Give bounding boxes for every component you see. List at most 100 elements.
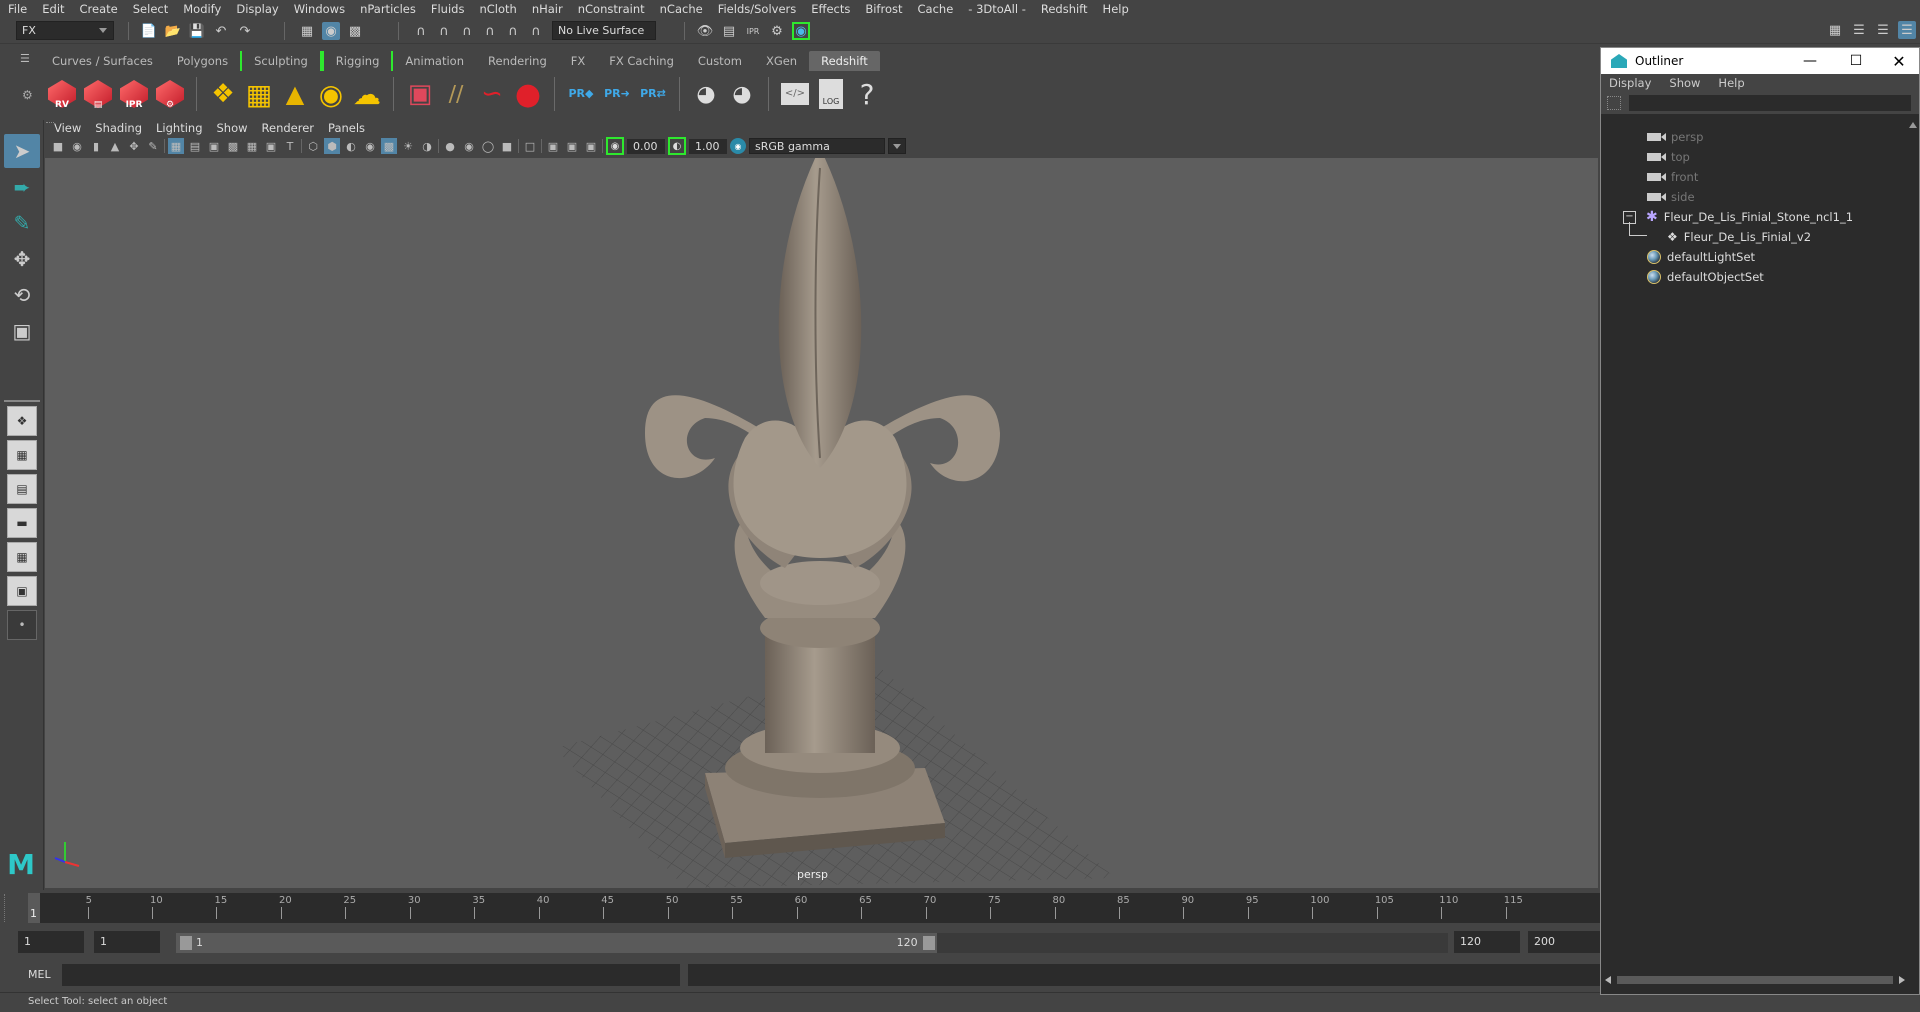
outliner-vertical-scrollbar[interactable] [1907, 122, 1919, 982]
playback-start-field[interactable]: 1 [94, 931, 160, 953]
filter-toggle-icon[interactable] [1607, 96, 1621, 110]
close-button[interactable]: ✕ [1879, 52, 1919, 71]
lights-icon[interactable]: ☀ [400, 138, 416, 154]
tab-animation[interactable]: Animation [393, 51, 476, 71]
new-scene-icon[interactable]: 📄 [140, 22, 158, 40]
snap-live-icon[interactable]: ∩ [504, 22, 522, 40]
menu-file[interactable]: File [8, 2, 27, 16]
xray-active-icon[interactable]: ▣ [564, 138, 580, 154]
color-space-dropdown[interactable]: sRGB gamma [749, 138, 885, 154]
wireframe-icon[interactable]: ⬡ [305, 138, 321, 154]
tab-xgen[interactable]: XGen [754, 51, 809, 71]
select-tool-icon[interactable]: ➤ [4, 134, 40, 168]
menu-bifrost[interactable]: Bifrost [865, 2, 902, 16]
ambient-occlusion-icon[interactable]: ● [442, 138, 458, 154]
persp-outliner-layout-button[interactable]: ▤ [7, 474, 37, 504]
depth-of-field-icon[interactable]: ■ [499, 138, 515, 154]
menu-fluids[interactable]: Fluids [431, 2, 465, 16]
volume-button[interactable]: ▣ [404, 76, 436, 112]
bookmark-icon[interactable]: ▮ [88, 138, 104, 154]
grid-toggle-icon[interactable]: ▦ [168, 138, 184, 154]
four-view-layout-button[interactable]: ▦ [7, 440, 37, 470]
pr-create-proxy-button[interactable]: PR ◆ [565, 76, 597, 112]
bake-single-button[interactable]: ◕ [726, 76, 758, 112]
grease-pencil-icon[interactable]: ✎ [145, 138, 161, 154]
select-component-icon[interactable]: ▩ [346, 22, 364, 40]
redo-icon[interactable]: ↷ [236, 22, 254, 40]
menu-create[interactable]: Create [80, 2, 118, 16]
layout-more-button[interactable]: • [7, 610, 37, 640]
move-tool-icon[interactable]: ✥ [4, 242, 40, 276]
wireframe-on-shaded-icon[interactable]: ◐ [343, 138, 359, 154]
color-management-icon[interactable]: ◉ [730, 138, 746, 154]
persp-graph-hypershade-layout-button[interactable]: ▣ [7, 576, 37, 606]
xray-icon[interactable]: ◉ [362, 138, 378, 154]
range-fill[interactable] [176, 933, 937, 953]
outliner-menu-help[interactable]: Help [1718, 76, 1744, 90]
exposure-toggle-icon[interactable]: ◉ [606, 137, 624, 155]
menu-nconstraint[interactable]: nConstraint [578, 2, 645, 16]
field-chart-icon[interactable]: ▦ [244, 138, 260, 154]
sphere-button[interactable]: ● [512, 76, 544, 112]
outliner-item-top[interactable]: top [1647, 148, 1690, 166]
safe-action-icon[interactable]: ▣ [263, 138, 279, 154]
tab-curves-surfaces[interactable]: Curves / Surfaces [40, 51, 165, 71]
outliner-item-persp[interactable]: persp [1647, 128, 1703, 146]
render-frame-icon[interactable]: ▤ [720, 22, 738, 40]
ipr-render-icon[interactable]: IPR [744, 22, 762, 40]
panel-menu-panels[interactable]: Panels [328, 121, 365, 135]
hair-button[interactable]: ∕∕ [440, 76, 472, 112]
panel-menu-view[interactable]: View [54, 121, 81, 135]
outliner-horizontal-scrollbar[interactable] [1605, 974, 1905, 986]
attribute-editor-icon[interactable]: ☰ [1850, 21, 1868, 39]
menu-ncache[interactable]: nCache [660, 2, 703, 16]
redshift-render-view-button[interactable]: RV [46, 76, 78, 112]
shadows-icon[interactable]: ◑ [419, 138, 435, 154]
outliner-search-input[interactable] [1629, 95, 1911, 111]
log-button[interactable]: LOG [815, 76, 847, 112]
range-end-handle[interactable] [922, 936, 935, 950]
panel-menu-lighting[interactable]: Lighting [156, 121, 202, 135]
outliner-menu-show[interactable]: Show [1669, 76, 1700, 90]
panel-menu-show[interactable]: Show [217, 121, 248, 135]
menu-effects[interactable]: Effects [811, 2, 850, 16]
menu-select[interactable]: Select [133, 2, 168, 16]
portal-light-button[interactable]: ▦ [243, 76, 275, 112]
area-light-button[interactable]: ❖ [207, 76, 239, 112]
tab-polygons[interactable]: Polygons [165, 51, 240, 71]
scroll-right-icon[interactable] [1899, 976, 1905, 984]
select-hierarchy-icon[interactable]: ▦ [298, 22, 316, 40]
timeline-ruler[interactable]: 1 5 10 15 20 25 30 35 40 45 50 55 60 65 70 75 80 85 90 95 1… [28, 893, 1600, 923]
snap-view-plane-icon[interactable]: ∩ [481, 22, 499, 40]
hypershade-icon[interactable]: ◉ [792, 22, 810, 40]
resolution-gate-icon[interactable]: ▣ [206, 138, 222, 154]
antialiasing-icon[interactable]: ◯ [480, 138, 496, 154]
save-scene-icon[interactable]: 💾 [188, 22, 206, 40]
textured-icon[interactable]: ▩ [381, 138, 397, 154]
menu-ncloth[interactable]: nCloth [479, 2, 516, 16]
proxy-button[interactable]: ∽ [476, 76, 508, 112]
menu-redshift[interactable]: Redshift [1041, 2, 1088, 16]
panel-grip[interactable] [46, 122, 54, 132]
tab-fx-caching[interactable]: FX Caching [597, 51, 686, 71]
safe-title-icon[interactable]: T [282, 138, 298, 154]
scale-tool-icon[interactable]: ▣ [4, 314, 40, 348]
range-start-handle[interactable] [180, 936, 192, 950]
command-input[interactable] [62, 964, 680, 986]
isolate-select-icon[interactable]: □ [522, 138, 538, 154]
gate-mask-icon[interactable]: ▩ [225, 138, 241, 154]
motion-blur-icon[interactable]: ◉ [461, 138, 477, 154]
menu-display[interactable]: Display [236, 2, 278, 16]
2d-pan-zoom-icon[interactable]: ✥ [126, 138, 142, 154]
open-scene-icon[interactable]: 📂 [164, 22, 182, 40]
persp-graph-layout-button[interactable]: ▬ [7, 508, 37, 538]
menu-nhair[interactable]: nHair [532, 2, 563, 16]
modeling-toolkit-icon[interactable]: ▦ [1826, 21, 1844, 39]
shelf-menu-icon[interactable]: ☰ [20, 52, 34, 66]
panel-menu-renderer[interactable]: Renderer [262, 121, 315, 135]
sun-sky-button[interactable]: ☁ [351, 76, 383, 112]
smooth-shade-icon[interactable]: ⬢ [324, 138, 340, 154]
lasso-tool-icon[interactable]: ➨ [4, 170, 40, 204]
tab-fx[interactable]: FX [559, 51, 598, 71]
image-plane-icon[interactable]: ▲ [107, 138, 123, 154]
